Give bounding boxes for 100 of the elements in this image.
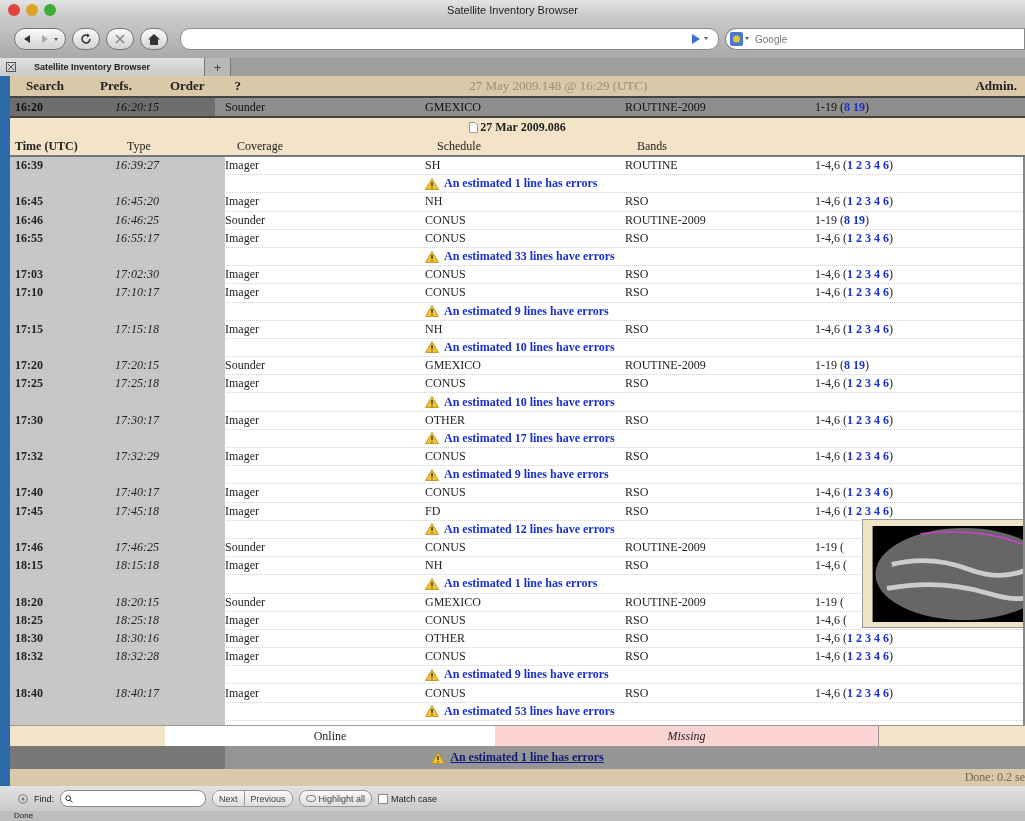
find-button[interactable]: Previous	[243, 791, 292, 806]
error-link[interactable]: An estimated 1 line has errors	[444, 176, 598, 192]
band-link[interactable]: 3	[865, 503, 871, 519]
band-link[interactable]: 1	[847, 449, 853, 465]
band-link[interactable]: 6	[883, 285, 889, 301]
error-link[interactable]: An estimated 9 lines have errors	[444, 667, 609, 683]
band-link[interactable]: 6	[883, 685, 889, 701]
band-link[interactable]: 6	[883, 412, 889, 428]
band-link[interactable]: 2	[856, 649, 862, 665]
match-case-checkbox[interactable]	[378, 793, 389, 804]
error-link[interactable]: An estimated 33 lines have errors	[444, 249, 615, 265]
band-link[interactable]: 3	[865, 412, 871, 428]
band-link[interactable]: 1	[847, 194, 853, 210]
band-link[interactable]: 2	[856, 503, 862, 519]
band-link[interactable]: 4	[874, 630, 880, 646]
band-link[interactable]: 6	[883, 321, 889, 337]
band-link[interactable]: 3	[865, 230, 871, 246]
error-link[interactable]: An estimated 9 lines have errors	[444, 467, 609, 483]
new-tab-button[interactable]: +	[205, 58, 231, 76]
band-link[interactable]: 4	[874, 285, 880, 301]
error-summary-link[interactable]: An estimated 1 line has errors	[450, 750, 604, 765]
band-link[interactable]: 6	[883, 485, 889, 501]
highlight-all-button[interactable]: Highlight all	[298, 790, 373, 807]
stop-button[interactable]	[106, 28, 134, 50]
band-link[interactable]: 1	[847, 485, 853, 501]
band-link[interactable]: 8	[844, 358, 850, 374]
admin-link[interactable]: Admin.	[975, 78, 1017, 94]
band-link[interactable]: 3	[865, 285, 871, 301]
menu-link[interactable]: Prefs.	[100, 78, 132, 94]
band-link[interactable]: 2	[856, 321, 862, 337]
menu-link[interactable]: Order	[169, 78, 205, 94]
band-link[interactable]: 4	[874, 230, 880, 246]
home-button[interactable]	[140, 28, 168, 50]
address-field[interactable]	[180, 28, 719, 50]
band-link[interactable]: 2	[856, 230, 862, 246]
band-link[interactable]: 19	[853, 358, 865, 374]
band-link[interactable]: 6	[883, 267, 889, 283]
band-link[interactable]: 3	[865, 267, 871, 283]
band-link[interactable]: 4	[874, 449, 880, 465]
band-link[interactable]: 2	[856, 412, 862, 428]
band-link[interactable]: 6	[883, 503, 889, 519]
band-link[interactable]: 3	[865, 485, 871, 501]
band-link[interactable]: 2	[856, 685, 862, 701]
menu-link[interactable]: Search	[26, 78, 65, 94]
error-link[interactable]: An estimated 17 lines have errors	[444, 430, 615, 446]
band-link[interactable]: 6	[883, 630, 889, 646]
band-link[interactable]: 8	[844, 212, 850, 228]
band-link[interactable]: 3	[865, 376, 871, 392]
band-link[interactable]: 3	[865, 158, 871, 174]
band-link[interactable]: 1	[847, 230, 853, 246]
band-link[interactable]: 1	[847, 321, 853, 337]
go-arrow-icon[interactable]	[692, 34, 710, 44]
band-link[interactable]: 6	[883, 376, 889, 392]
window-close-button[interactable]	[8, 4, 20, 16]
band-link[interactable]: 6	[883, 649, 889, 665]
band-link[interactable]: 1	[847, 285, 853, 301]
band-link[interactable]: 3	[865, 630, 871, 646]
band-link[interactable]: 4	[874, 194, 880, 210]
close-icon[interactable]	[18, 793, 28, 804]
menu-link[interactable]: ?	[234, 78, 242, 94]
band-link[interactable]: 4	[874, 503, 880, 519]
error-link[interactable]: An estimated 53 lines have errors	[444, 703, 615, 719]
error-link[interactable]: An estimated 10 lines have errors	[444, 394, 615, 410]
band-link[interactable]: 4	[874, 158, 880, 174]
find-field[interactable]	[60, 790, 206, 807]
band-link[interactable]: 1	[847, 158, 853, 174]
browser-tab[interactable]: Satellite Inventory Browser	[0, 58, 205, 76]
error-link[interactable]: An estimated 10 lines have errors	[444, 339, 615, 355]
band-link[interactable]: 2	[856, 194, 862, 210]
band-link[interactable]: 3	[865, 194, 871, 210]
band-link[interactable]: 2	[856, 158, 862, 174]
band-link[interactable]: 4	[874, 649, 880, 665]
find-button[interactable]: Next	[213, 791, 244, 806]
back-forward-button[interactable]	[14, 28, 66, 50]
band-link[interactable]: 4	[874, 485, 880, 501]
reload-button[interactable]	[72, 28, 100, 50]
band-link[interactable]: 3	[865, 449, 871, 465]
window-zoom-button[interactable]	[44, 4, 56, 16]
band-link[interactable]: 6	[883, 230, 889, 246]
error-link[interactable]: An estimated 12 lines have errors	[444, 521, 615, 537]
band-link[interactable]: 2	[856, 267, 862, 283]
band-link[interactable]: 1	[847, 376, 853, 392]
band-link[interactable]: 4	[874, 685, 880, 701]
band-link[interactable]: 1	[847, 630, 853, 646]
band-link[interactable]: 6	[883, 158, 889, 174]
band-link[interactable]: 1	[847, 649, 853, 665]
band-link[interactable]: 2	[856, 285, 862, 301]
error-link[interactable]: An estimated 9 lines have errors	[444, 303, 609, 319]
band-link[interactable]: 3	[865, 321, 871, 337]
band-link[interactable]: 3	[865, 685, 871, 701]
band-link[interactable]: 2	[856, 485, 862, 501]
band-link[interactable]: 2	[856, 376, 862, 392]
band-link[interactable]: 4	[874, 412, 880, 428]
band-link[interactable]: 6	[883, 194, 889, 210]
band-link[interactable]: 19	[853, 212, 865, 228]
band-link[interactable]: 6	[883, 449, 889, 465]
band-link[interactable]: 2	[856, 449, 862, 465]
band-link[interactable]: 1	[847, 267, 853, 283]
band-link[interactable]: 4	[874, 267, 880, 283]
band-link[interactable]: 1	[847, 503, 853, 519]
